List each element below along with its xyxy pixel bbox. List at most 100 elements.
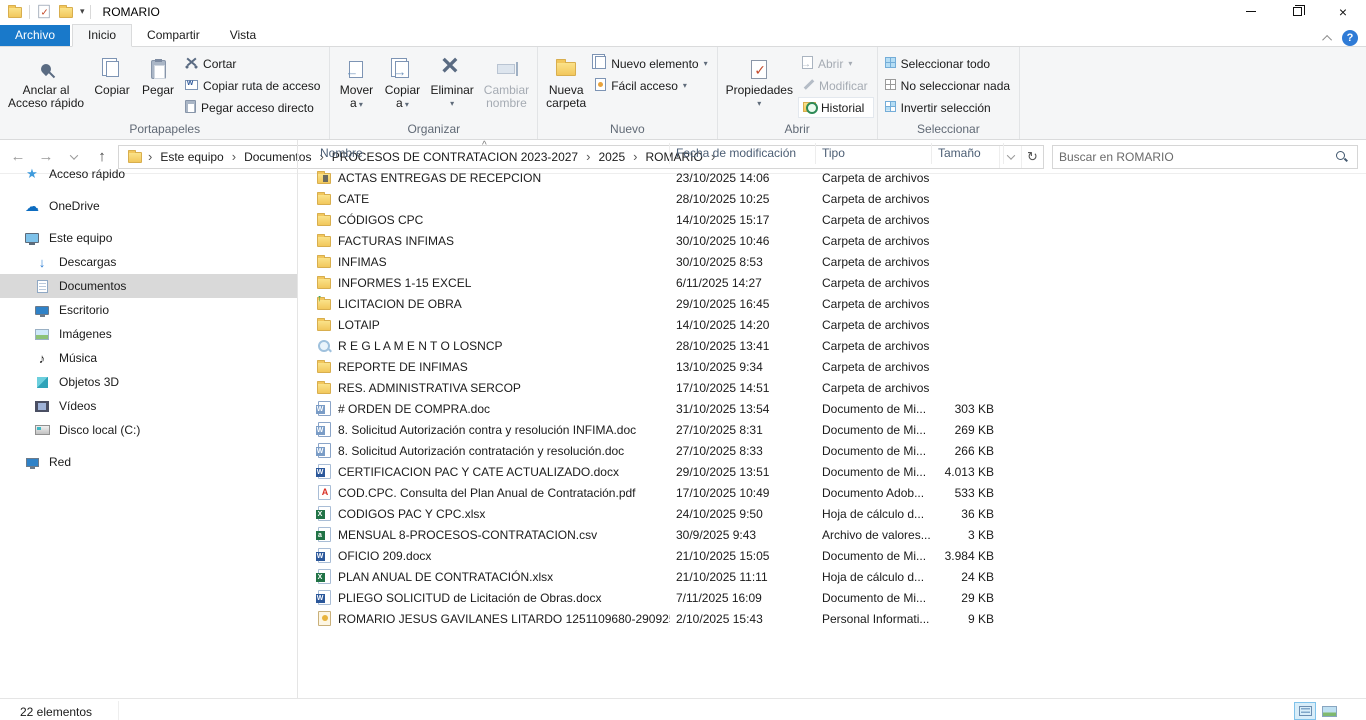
sidebar-item-documentos[interactable]: Documentos bbox=[0, 274, 297, 298]
ribbon-button-seleccionar-todo[interactable]: Seleccionar todo bbox=[881, 53, 1016, 74]
help-icon[interactable]: ? bbox=[1342, 30, 1358, 46]
ribbon-button-eliminar[interactable]: Eliminar▾ bbox=[425, 51, 478, 111]
column-header-name[interactable]: Nombre^ bbox=[314, 143, 670, 164]
ribbon-button-invertir-selección[interactable]: Invertir selección bbox=[881, 97, 1016, 118]
ribbon-group-organizar: Movera ▾Copiara ▾Eliminar▾CambiarnombreO… bbox=[330, 47, 538, 139]
sidebar-item-label: Documentos bbox=[59, 279, 126, 293]
table-row[interactable]: CÓDIGOS CPC14/10/2025 15:17Carpeta de ar… bbox=[314, 209, 1366, 230]
ribbon-button-abrir[interactable]: Abrir▾ bbox=[798, 53, 874, 74]
file-size-cell: 4.013 KB bbox=[932, 465, 1004, 479]
table-row[interactable]: R E G L A M E N T O LOSNCP28/10/2025 13:… bbox=[314, 335, 1366, 356]
dropdown-arrow-icon: ▾ bbox=[357, 100, 363, 109]
ribbon-button-historial[interactable]: Historial bbox=[798, 97, 874, 118]
sidebar-item-imágenes[interactable]: Imágenes bbox=[0, 322, 297, 346]
restore-button[interactable] bbox=[1274, 0, 1320, 23]
ribbon-button-copiar-ruta-de-acceso[interactable]: Copiar ruta de acceso bbox=[181, 75, 326, 96]
table-row[interactable]: INFIMAS30/10/2025 8:53Carpeta de archivo… bbox=[314, 251, 1366, 272]
column-header-date[interactable]: Fecha de modificación bbox=[670, 143, 816, 164]
details-view-icon bbox=[1299, 706, 1312, 716]
ribbon-button-propiedades[interactable]: Propiedades▾ bbox=[721, 51, 798, 111]
collapse-ribbon-icon[interactable] bbox=[1322, 34, 1332, 44]
sidebar-item-discolocalc[interactable]: Disco local (C:) bbox=[0, 418, 297, 442]
details-view-button[interactable] bbox=[1294, 702, 1316, 720]
tab-inicio[interactable]: Inicio bbox=[72, 24, 132, 47]
ribbon-button-copiar[interactable]: Copiar bbox=[89, 51, 135, 98]
table-row[interactable]: OFICIO 209.docx21/10/2025 15:05Documento… bbox=[314, 545, 1366, 566]
sidebar-item-objetos3d[interactable]: Objetos 3D bbox=[0, 370, 297, 394]
sidebar-item-descargas[interactable]: Descargas bbox=[0, 250, 297, 274]
sidebar-item-label: Imágenes bbox=[59, 327, 112, 341]
ribbon-button-cortar[interactable]: Cortar bbox=[181, 53, 326, 74]
close-button[interactable]: × bbox=[1320, 0, 1366, 23]
ribbon-button-nuevo-elemento[interactable]: Nuevo elemento▾ bbox=[591, 53, 713, 74]
table-row[interactable]: LICITACION DE OBRA29/10/2025 16:45Carpet… bbox=[314, 293, 1366, 314]
sidebar-item-escritorio[interactable]: Escritorio bbox=[0, 298, 297, 322]
file-name-cell: OFICIO 209.docx bbox=[314, 548, 670, 564]
table-row[interactable]: FACTURAS INFIMAS30/10/2025 10:46Carpeta … bbox=[314, 230, 1366, 251]
table-row[interactable]: CODIGOS PAC Y CPC.xlsx24/10/2025 9:50Hoj… bbox=[314, 503, 1366, 524]
table-row[interactable]: INFORMES 1-15 EXCEL6/11/2025 14:27Carpet… bbox=[314, 272, 1366, 293]
ribbon-button-modificar[interactable]: Modificar bbox=[798, 75, 874, 96]
sidebar-item-esteequipo[interactable]: Este equipo bbox=[0, 226, 297, 250]
sidebar-item-onedrive[interactable]: OneDrive bbox=[0, 194, 297, 218]
copy-icon bbox=[106, 54, 119, 84]
table-row[interactable]: REPORTE DE INFIMAS13/10/2025 9:34Carpeta… bbox=[314, 356, 1366, 377]
table-row[interactable]: 8. Solicitud Autorización contra y resol… bbox=[314, 419, 1366, 440]
table-row[interactable]: LOTAIP14/10/2025 14:20Carpeta de archivo… bbox=[314, 314, 1366, 335]
ribbon-button-no-seleccionar-nada[interactable]: No seleccionar nada bbox=[881, 75, 1016, 96]
tab-compartir[interactable]: Compartir bbox=[132, 25, 215, 46]
ribbon-button-pegar-acceso-directo[interactable]: Pegar acceso directo bbox=[181, 97, 326, 118]
open-icon bbox=[802, 56, 813, 72]
column-header-size[interactable]: Tamaño bbox=[932, 143, 1004, 164]
qat-new-folder-icon[interactable] bbox=[58, 4, 74, 20]
ribbon-button-copiar-a[interactable]: Copiara ▾ bbox=[379, 51, 425, 112]
sidebar-item-música[interactable]: Música bbox=[0, 346, 297, 370]
ribbon-button-cambiar-nombre[interactable]: Cambiarnombre bbox=[479, 51, 534, 111]
file-name-cell: PLIEGO SOLICITUD de Licitación de Obras.… bbox=[314, 590, 670, 606]
qat-customize-icon[interactable]: ▾ bbox=[80, 6, 84, 17]
tab-archivo[interactable]: Archivo bbox=[0, 25, 70, 46]
ribbon-button-mover-a[interactable]: Movera ▾ bbox=[333, 51, 379, 112]
column-header-type[interactable]: Tipo bbox=[816, 143, 932, 164]
history-icon bbox=[803, 101, 816, 115]
file-size-cell: 303 KB bbox=[932, 402, 1004, 416]
ribbon-button-fácil-acceso[interactable]: Fácil acceso▾ bbox=[591, 75, 713, 96]
file-type-cell: Carpeta de archivos bbox=[816, 339, 932, 353]
table-row[interactable]: # ORDEN DE COMPRA.doc31/10/2025 13:54Doc… bbox=[314, 398, 1366, 419]
sidebar-item-label: Música bbox=[59, 351, 97, 365]
table-row[interactable]: 8. Solicitud Autorización contratación y… bbox=[314, 440, 1366, 461]
sidebar-item-accesorápido[interactable]: Acceso rápido bbox=[0, 162, 297, 186]
file-date-cell: 23/10/2025 14:06 bbox=[670, 171, 816, 185]
file-name: CODIGOS PAC Y CPC.xlsx bbox=[338, 507, 485, 521]
ribbon-button-nueva-carpeta[interactable]: Nuevacarpeta bbox=[541, 51, 591, 111]
table-row[interactable]: ROMARIO JESUS GAVILANES LITARDO 12511096… bbox=[314, 608, 1366, 629]
file-name-cell: CÓDIGOS CPC bbox=[314, 212, 670, 228]
file-date-cell: 6/11/2025 14:27 bbox=[670, 276, 816, 290]
ribbon-group-abrir: Propiedades▾Abrir▾ModificarHistorialAbri… bbox=[718, 47, 878, 139]
table-row[interactable]: COD.CPC. Consulta del Plan Anual de Cont… bbox=[314, 482, 1366, 503]
tab-vista[interactable]: Vista bbox=[215, 25, 271, 46]
table-row[interactable]: CERTIFICACION PAC Y CATE ACTUALIZADO.doc… bbox=[314, 461, 1366, 482]
file-name-cell: 8. Solicitud Autorización contra y resol… bbox=[314, 422, 670, 438]
table-row[interactable]: MENSUAL 8-PROCESOS-CONTRATACION.csv30/9/… bbox=[314, 524, 1366, 545]
ribbon-button-pegar[interactable]: Pegar bbox=[135, 51, 181, 98]
qat-properties-icon[interactable] bbox=[36, 4, 52, 20]
file-name-cell: INFIMAS bbox=[314, 254, 670, 270]
table-row[interactable]: PLAN ANUAL DE CONTRATACIÓN.xlsx21/10/202… bbox=[314, 566, 1366, 587]
table-row[interactable]: ACTAS ENTREGAS DE RECEPCION23/10/2025 14… bbox=[314, 167, 1366, 188]
local-disk-icon bbox=[34, 422, 50, 438]
folder-up-icon bbox=[316, 296, 332, 312]
minimize-button[interactable] bbox=[1228, 0, 1274, 23]
ribbon-button-anclar-al-acceso-rápido[interactable]: Anclar alAcceso rápido bbox=[3, 51, 89, 111]
word-old-icon bbox=[316, 401, 332, 417]
file-size-cell: 36 KB bbox=[932, 507, 1004, 521]
sidebar-item-vídeos[interactable]: Vídeos bbox=[0, 394, 297, 418]
sidebar-item-red[interactable]: Red bbox=[0, 450, 297, 474]
thumbnails-view-button[interactable] bbox=[1318, 702, 1340, 720]
table-row[interactable]: PLIEGO SOLICITUD de Licitación de Obras.… bbox=[314, 587, 1366, 608]
table-row[interactable]: RES. ADMINISTRATIVA SERCOP17/10/2025 14:… bbox=[314, 377, 1366, 398]
table-row[interactable]: CATE28/10/2025 10:25Carpeta de archivos bbox=[314, 188, 1366, 209]
dropdown-arrow-icon: ▾ bbox=[683, 81, 687, 90]
file-type-cell: Documento de Mi... bbox=[816, 402, 932, 416]
file-name-cell: LOTAIP bbox=[314, 317, 670, 333]
